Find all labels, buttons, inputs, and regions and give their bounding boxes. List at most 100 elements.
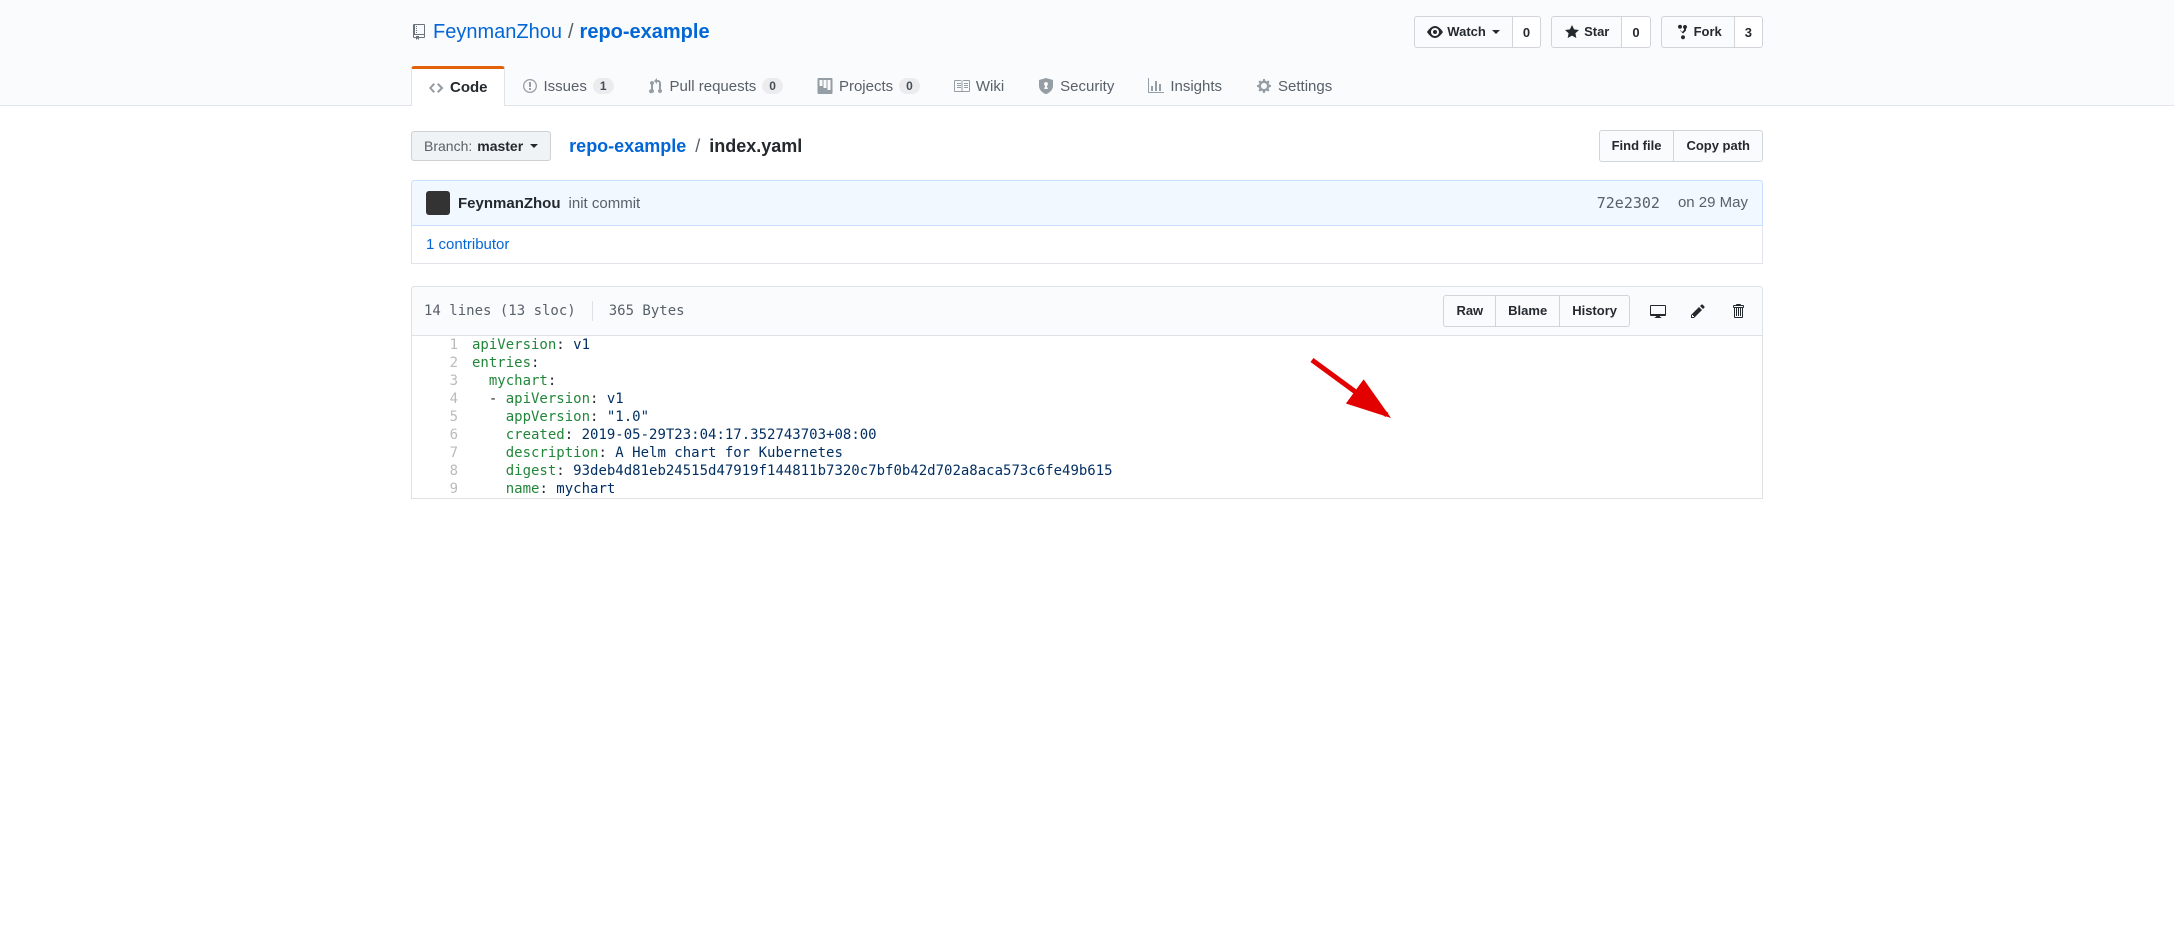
tab-issues[interactable]: Issues 1 [505,66,631,105]
pull-request-icon [648,78,664,94]
copy-path-button[interactable]: Copy path [1674,130,1763,162]
tab-issues-label: Issues [544,78,587,95]
code-line: 9 name: mychart [412,480,1762,498]
line-content: mychart: [472,372,556,390]
commit-date: on 29 May [1678,194,1748,212]
tab-insights[interactable]: Insights [1131,66,1239,105]
repo-nav: Code Issues 1 Pull requests 0 Projects 0… [411,66,1763,105]
caret-down-icon [1492,30,1500,34]
commit-message[interactable]: init commit [569,195,641,212]
line-content: entries: [472,354,539,372]
line-content: apiVersion: v1 [472,336,590,354]
breadcrumb: repo-example / index.yaml [569,136,802,157]
star-count[interactable]: 0 [1622,16,1650,48]
fork-button[interactable]: Fork [1661,16,1735,48]
line-number[interactable]: 7 [412,444,472,462]
line-number[interactable]: 5 [412,408,472,426]
tab-security-label: Security [1060,78,1114,95]
pulls-count: 0 [762,78,783,94]
breadcrumb-root[interactable]: repo-example [569,136,686,156]
issue-icon [522,78,538,94]
code-line: 6 created: 2019-05-29T23:04:17.352743703… [412,426,1762,444]
issues-count: 1 [593,78,614,94]
watch-count[interactable]: 0 [1513,16,1541,48]
star-icon [1564,24,1580,40]
history-button[interactable]: History [1560,295,1630,327]
branch-value: master [477,138,523,154]
code-line: 7 description: A Helm chart for Kubernet… [412,444,1762,462]
tab-wiki[interactable]: Wiki [937,66,1021,105]
eye-icon [1427,24,1443,40]
line-number[interactable]: 4 [412,390,472,408]
owner-link[interactable]: FeynmanZhou [433,21,562,44]
line-number[interactable]: 3 [412,372,472,390]
pencil-icon [1690,303,1706,319]
line-content: description: A Helm chart for Kubernetes [472,444,843,462]
path-separator: / [568,21,574,44]
watch-button[interactable]: Watch [1414,16,1513,48]
tab-settings[interactable]: Settings [1239,66,1349,105]
tab-code-label: Code [450,79,488,96]
code-icon [428,80,444,96]
desktop-icon [1650,303,1666,319]
raw-button[interactable]: Raw [1443,295,1496,327]
graph-icon [1148,78,1164,94]
tab-pulls-label: Pull requests [670,78,757,95]
watch-label: Watch [1447,22,1486,42]
branch-select[interactable]: Branch: master [411,131,551,161]
line-content: created: 2019-05-29T23:04:17.352743703+0… [472,426,877,444]
edit-button[interactable] [1686,299,1710,323]
blame-button[interactable]: Blame [1496,295,1560,327]
blob-toolbar: 14 lines (13 sloc) 365 Bytes Raw Blame H… [411,286,1763,336]
tab-projects[interactable]: Projects 0 [800,66,937,105]
line-number[interactable]: 1 [412,336,472,354]
tab-pulls[interactable]: Pull requests 0 [631,66,800,105]
commit-author[interactable]: FeynmanZhou [458,195,561,212]
commit-sha[interactable]: 72e2302 [1597,194,1660,212]
fork-count[interactable]: 3 [1735,16,1763,48]
divider [592,301,593,321]
code-line: 4 - apiVersion: v1 [412,390,1762,408]
star-button[interactable]: Star [1551,16,1622,48]
book-icon [954,78,970,94]
line-number[interactable]: 9 [412,480,472,498]
tab-projects-label: Projects [839,78,893,95]
commit-tease: FeynmanZhou init commit 72e2302 on 29 Ma… [411,180,1763,226]
gear-icon [1256,78,1272,94]
code-view: 1apiVersion: v12entries:3 mychart:4 - ap… [411,336,1763,499]
line-number[interactable]: 6 [412,426,472,444]
contributors-link[interactable]: 1 contributor [426,236,509,253]
line-number[interactable]: 8 [412,462,472,480]
fork-label: Fork [1694,22,1722,42]
avatar[interactable] [426,191,450,215]
branch-label: Branch: [424,138,472,154]
desktop-button[interactable] [1646,299,1670,323]
trash-icon [1730,303,1746,319]
contributors: 1 contributor [411,226,1763,264]
line-content: name: mychart [472,480,615,498]
delete-button[interactable] [1726,299,1750,323]
code-line: 5 appVersion: "1.0" [412,408,1762,426]
caret-down-icon [530,144,538,148]
projects-count: 0 [899,78,920,94]
blob-lines: 14 lines (13 sloc) [424,303,576,319]
line-content: digest: 93deb4d81eb24515d47919f144811b73… [472,462,1113,480]
blob-size: 365 Bytes [609,303,685,319]
find-file-button[interactable]: Find file [1599,130,1675,162]
tab-security[interactable]: Security [1021,66,1131,105]
tab-code[interactable]: Code [411,66,505,106]
code-line: 8 digest: 93deb4d81eb24515d47919f144811b… [412,462,1762,480]
fork-icon [1674,24,1690,40]
line-number[interactable]: 2 [412,354,472,372]
project-icon [817,78,833,94]
code-line: 1apiVersion: v1 [412,336,1762,354]
repo-title: FeynmanZhou / repo-example [411,21,710,44]
repo-link[interactable]: repo-example [580,21,710,44]
line-content: appVersion: "1.0" [472,408,649,426]
tab-insights-label: Insights [1170,78,1222,95]
tab-settings-label: Settings [1278,78,1332,95]
star-label: Star [1584,22,1609,42]
shield-icon [1038,78,1054,94]
repo-icon [411,24,427,40]
breadcrumb-file: index.yaml [709,136,802,156]
